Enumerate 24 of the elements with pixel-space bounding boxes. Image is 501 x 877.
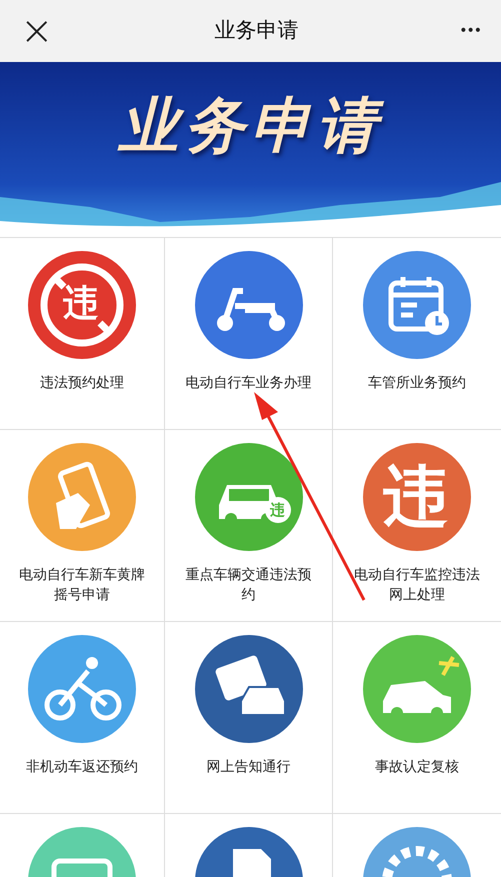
banner-title: 业务申请	[118, 90, 382, 162]
service-label[interactable]: 电动自行车监控违法网上处理	[349, 565, 485, 605]
violation-icon[interactable]	[363, 443, 471, 551]
prohibition-icon[interactable]	[28, 251, 136, 359]
card-and-car-icon[interactable]	[194, 635, 302, 743]
service-label[interactable]: 重点车辆交通违法预约	[180, 565, 316, 605]
more-icon[interactable]: •••	[459, 20, 481, 42]
service-label[interactable]: 车管所业务预约	[368, 373, 466, 393]
service-label[interactable]: 违法预约处理	[40, 373, 124, 393]
car-icon[interactable]	[194, 443, 302, 551]
bicycle-icon[interactable]	[28, 635, 136, 743]
phone-in-hand-icon[interactable]	[28, 443, 136, 551]
violation-glyph: 违	[383, 461, 449, 533]
service-label[interactable]: 电动自行车业务办理	[186, 373, 312, 393]
calendar-icon[interactable]	[363, 251, 471, 359]
service-label[interactable]: 事故认定复核	[375, 757, 459, 777]
violation-glyph: 违	[63, 282, 99, 326]
close-icon[interactable]: ×	[20, 11, 54, 51]
car-crash-icon[interactable]	[363, 635, 471, 743]
service-label[interactable]: 电动自行车新车黄牌摇号申请	[14, 565, 150, 605]
page-title: 业务申请	[214, 17, 298, 44]
service-label[interactable]: 非机动车返还预约	[26, 757, 138, 777]
service-label[interactable]: 网上告知通行	[206, 757, 290, 777]
scooter-icon[interactable]	[194, 251, 302, 359]
